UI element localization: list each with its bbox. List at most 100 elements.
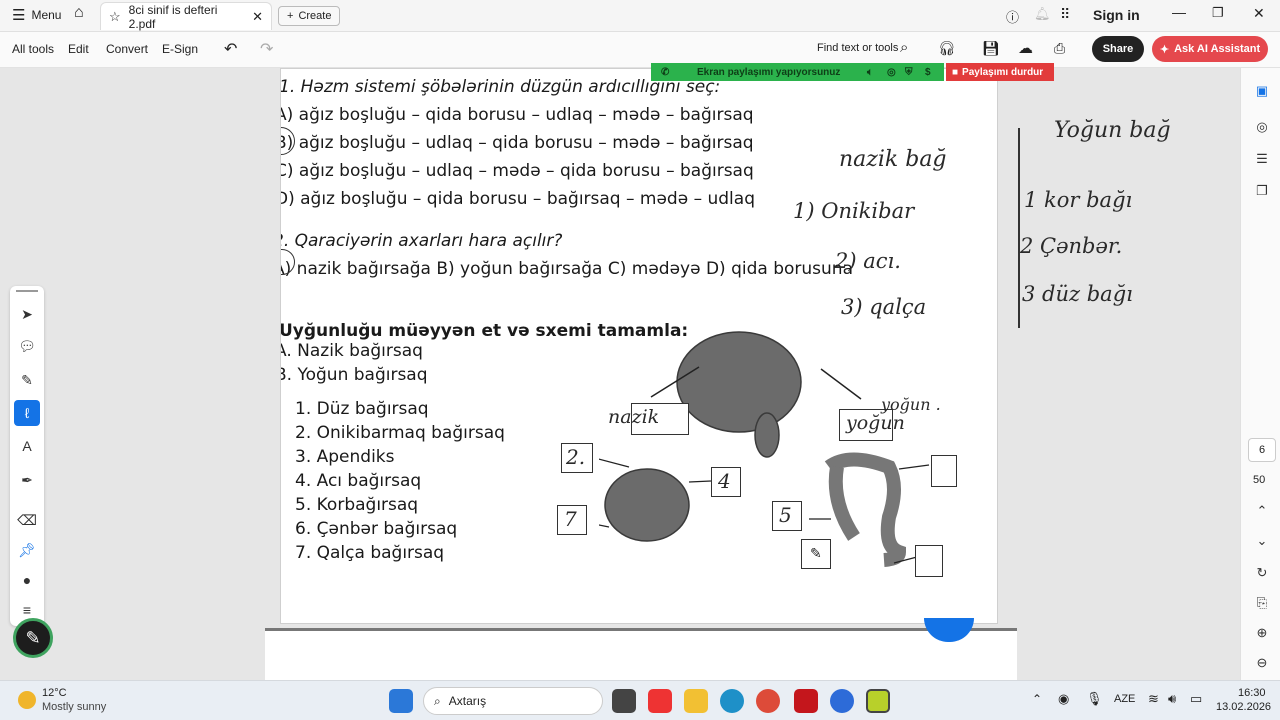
dollar-icon[interactable]: $ bbox=[925, 67, 931, 78]
undo-icon[interactable]: ↶ bbox=[224, 39, 237, 59]
battery-icon[interactable]: ▭ bbox=[1190, 691, 1202, 707]
box-label-7: 7 bbox=[564, 507, 577, 531]
edit-fab-icon[interactable]: ✎ bbox=[13, 618, 53, 658]
hw-n2: 2) acı. bbox=[835, 249, 901, 273]
help-icon[interactable]: ⓘ bbox=[1006, 7, 1019, 26]
task-view-icon[interactable] bbox=[612, 689, 636, 713]
chevron-down-icon[interactable]: ⌄ bbox=[1253, 532, 1271, 550]
clock-time[interactable]: 16:30 bbox=[1238, 687, 1266, 699]
diagram-box-empty-a[interactable]: ✎ bbox=[801, 539, 831, 569]
weather-sun-icon[interactable] bbox=[18, 691, 36, 709]
clock-date[interactable]: 13.02.2026 bbox=[1216, 701, 1271, 713]
comments-panel-icon[interactable]: ◎ bbox=[1253, 118, 1271, 136]
file-explorer-icon[interactable] bbox=[684, 689, 708, 713]
pdf-page-next bbox=[265, 628, 1017, 680]
wifi-icon[interactable]: ≋ bbox=[1148, 691, 1159, 707]
chevron-up-icon[interactable]: ⌃ bbox=[1253, 502, 1271, 520]
highlight-pen-icon[interactable]: ✎ bbox=[17, 370, 37, 390]
save-icon[interactable]: 💾︎ bbox=[982, 40, 1000, 57]
diagram-box-2: 2. bbox=[561, 443, 593, 473]
hw-y3: 3 düz bağı bbox=[1022, 282, 1133, 306]
edge-icon[interactable] bbox=[720, 689, 744, 713]
menu-button[interactable]: ☰ Menu bbox=[12, 6, 61, 24]
q1-option-c: C) ağız boşluğu – udlaq – mədə – qida bo… bbox=[280, 161, 754, 181]
redo-icon[interactable]: ↷ bbox=[260, 39, 273, 59]
comment-icon[interactable]: 💬︎ bbox=[17, 336, 37, 356]
minimize-icon[interactable]: — bbox=[1172, 4, 1186, 20]
search-icon[interactable]: ⌕ bbox=[900, 39, 908, 56]
taskbar-search[interactable]: ⌕ Axtarış bbox=[423, 687, 603, 715]
screen-share-text: Ekran paylaşımı yapıyorsunuz bbox=[697, 66, 841, 78]
restore-icon[interactable]: ❐ bbox=[1212, 5, 1224, 21]
convert-button[interactable]: Convert bbox=[106, 42, 148, 56]
mic-icon[interactable]: 🎙︎ bbox=[1086, 691, 1103, 707]
title-bar: ☰ Menu ⌂ ☆ 8ci sinif is defteri 2.pdf ✕ … bbox=[0, 0, 1280, 32]
windows-start-icon[interactable] bbox=[389, 689, 413, 713]
hw-yogun-note: yoğun . bbox=[881, 395, 941, 414]
all-tools-button[interactable]: All tools bbox=[12, 42, 54, 56]
ai-panel-icon[interactable]: ▣ bbox=[1253, 82, 1271, 100]
record-icon[interactable]: ◎ bbox=[887, 67, 896, 78]
volume-icon[interactable]: 🔈︎ bbox=[867, 67, 873, 78]
zoom-out-icon[interactable]: ⊖ bbox=[1253, 654, 1271, 672]
speaker-icon[interactable]: 🔊︎ bbox=[1168, 691, 1176, 707]
tray-app-icon[interactable]: ◉ bbox=[1058, 691, 1069, 707]
list-item: 1. Düz bağırsaq bbox=[295, 399, 429, 419]
select-cursor-icon[interactable]: ➤ bbox=[17, 304, 37, 324]
diagram-box-4: 4 bbox=[711, 467, 741, 497]
youtube-icon[interactable] bbox=[648, 689, 672, 713]
close-window-icon[interactable]: ✕ bbox=[1253, 5, 1265, 22]
edit-button[interactable]: Edit bbox=[68, 42, 89, 56]
acrobat-icon[interactable] bbox=[794, 689, 818, 713]
q1-option-d: D) ağız boşluğu – qida borusu – bağırsaq… bbox=[280, 189, 755, 209]
zoom-in-icon[interactable]: ⊕ bbox=[1253, 624, 1271, 642]
ask-ai-button[interactable]: ✦ Ask AI Assistant bbox=[1152, 36, 1268, 62]
bell-icon[interactable]: 🔔︎ bbox=[1034, 6, 1051, 22]
diagram-box-empty-c[interactable] bbox=[915, 545, 943, 577]
esign-button[interactable]: E-Sign bbox=[162, 42, 198, 56]
apps-grid-icon[interactable]: ⠿ bbox=[1060, 6, 1070, 23]
tab-title: 8ci sinif is defteri 2.pdf bbox=[128, 2, 218, 31]
pin-icon[interactable]: 📌︎ bbox=[17, 540, 37, 560]
list-item: 3. Apendiks bbox=[295, 447, 395, 467]
language-indicator[interactable]: AZE bbox=[1114, 693, 1135, 705]
page-number-input[interactable]: 6 bbox=[1248, 438, 1276, 462]
print-icon[interactable]: ⎙ bbox=[1054, 40, 1065, 57]
bookmarks-icon[interactable]: ☰ bbox=[1253, 150, 1271, 168]
line-weight-icon[interactable]: ≡ bbox=[17, 600, 37, 620]
sign-icon[interactable]: ✒ bbox=[17, 470, 37, 490]
shield-icon[interactable]: ⛨ bbox=[905, 67, 913, 78]
draw-freehand-icon[interactable]: ℓ bbox=[14, 400, 40, 426]
eraser-icon[interactable]: ⌫ bbox=[17, 510, 37, 530]
home-icon[interactable]: ⌂ bbox=[74, 4, 84, 22]
pages-icon[interactable]: ❐ bbox=[1253, 182, 1271, 200]
upload-cloud-icon[interactable]: ☁ bbox=[1018, 39, 1033, 57]
text-box-icon[interactable]: A bbox=[17, 436, 37, 456]
sign-in-button[interactable]: Sign in bbox=[1093, 7, 1140, 23]
fit-page-icon[interactable]: ⎘ bbox=[1253, 594, 1271, 612]
diagram-box-empty-b[interactable] bbox=[931, 455, 957, 487]
main-toolbar: All tools Edit Convert E-Sign ↶ ↷ Find t… bbox=[0, 32, 1280, 68]
tray-chevron-icon[interactable]: ⌃ bbox=[1032, 692, 1042, 706]
headphones-icon[interactable]: 🎧︎ bbox=[938, 40, 956, 57]
hw-n1: 1) Onikibar bbox=[793, 199, 915, 223]
chrome-icon[interactable] bbox=[756, 689, 780, 713]
panel-drag-handle[interactable] bbox=[16, 290, 38, 292]
rotate-icon[interactable]: ↻ bbox=[1253, 564, 1271, 582]
box-label-4: 4 bbox=[718, 469, 731, 493]
vscode-like-icon[interactable] bbox=[866, 689, 890, 713]
color-picker-icon[interactable]: ● bbox=[17, 570, 37, 590]
weather-temp[interactable]: 12°C bbox=[42, 687, 67, 699]
create-button[interactable]: + Create bbox=[278, 6, 341, 26]
document-tab[interactable]: ☆ 8ci sinif is defteri 2.pdf ✕ bbox=[100, 2, 272, 31]
stop-sharing-button[interactable]: ■ Paylaşımı durdur bbox=[946, 63, 1054, 81]
share-button[interactable]: Share bbox=[1092, 36, 1144, 62]
zoom-app-icon[interactable] bbox=[830, 689, 854, 713]
hw-divider-line bbox=[1018, 128, 1020, 328]
search-placeholder: Axtarış bbox=[448, 694, 487, 708]
ask-ai-label: Ask AI Assistant bbox=[1174, 43, 1261, 55]
find-text-button[interactable]: Find text or tools bbox=[817, 42, 898, 54]
star-icon[interactable]: ☆ bbox=[109, 9, 121, 25]
stop-square-icon: ■ bbox=[952, 66, 959, 78]
close-tab-icon[interactable]: ✕ bbox=[252, 9, 263, 25]
